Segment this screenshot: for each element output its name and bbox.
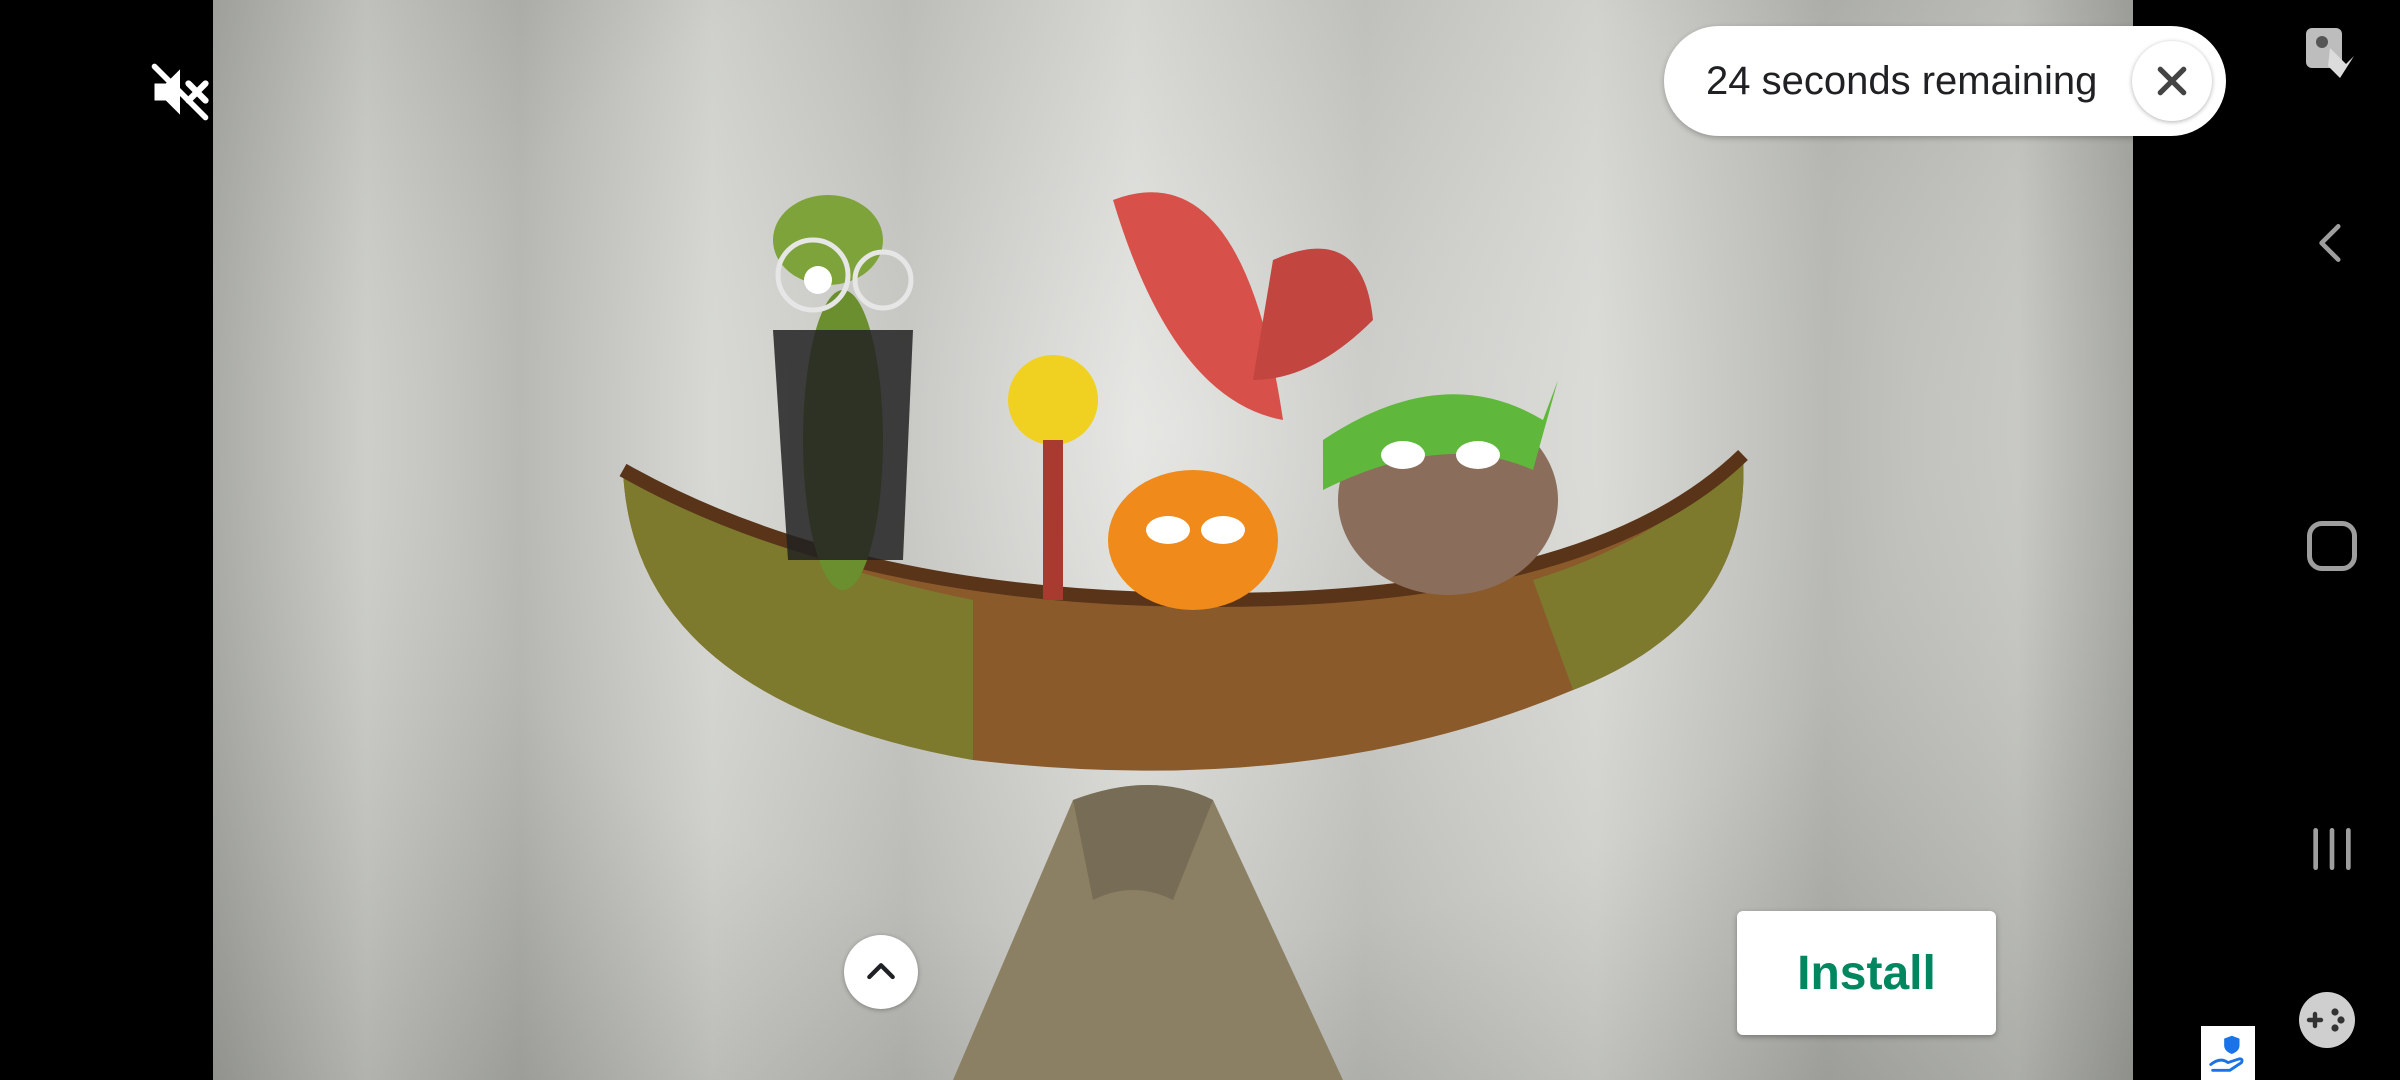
game-tools-button[interactable] [2277, 970, 2377, 1070]
home-icon [2307, 521, 2357, 571]
mute-button[interactable] [140, 52, 220, 132]
ad-choices-button[interactable] [2201, 1026, 2255, 1080]
game-controller-icon [2299, 992, 2355, 1048]
screen: Install 24 seconds remaining [0, 0, 2400, 1080]
back-icon [2319, 224, 2341, 262]
countdown-pill: 24 seconds remaining [1664, 26, 2226, 136]
install-label: Install [1797, 946, 1936, 1000]
ad-choices-icon [2209, 1035, 2244, 1072]
install-button[interactable]: Install [1737, 911, 1996, 1035]
close-icon [2157, 66, 2187, 96]
recents-button[interactable] [2282, 799, 2382, 899]
expand-button[interactable] [844, 935, 918, 1009]
home-button[interactable] [2282, 496, 2382, 596]
touch-lock-button[interactable] [2282, 4, 2382, 104]
back-button[interactable] [2282, 193, 2382, 293]
chevron-up-icon [867, 963, 895, 980]
close-ad-button[interactable] [2132, 41, 2212, 121]
video-ad[interactable]: Install [213, 0, 2133, 1080]
countdown-text: 24 seconds remaining [1706, 59, 2098, 103]
recents-icon [2313, 828, 2351, 870]
volume-off-icon [151, 63, 209, 121]
touch-lock-icon [2306, 28, 2354, 78]
